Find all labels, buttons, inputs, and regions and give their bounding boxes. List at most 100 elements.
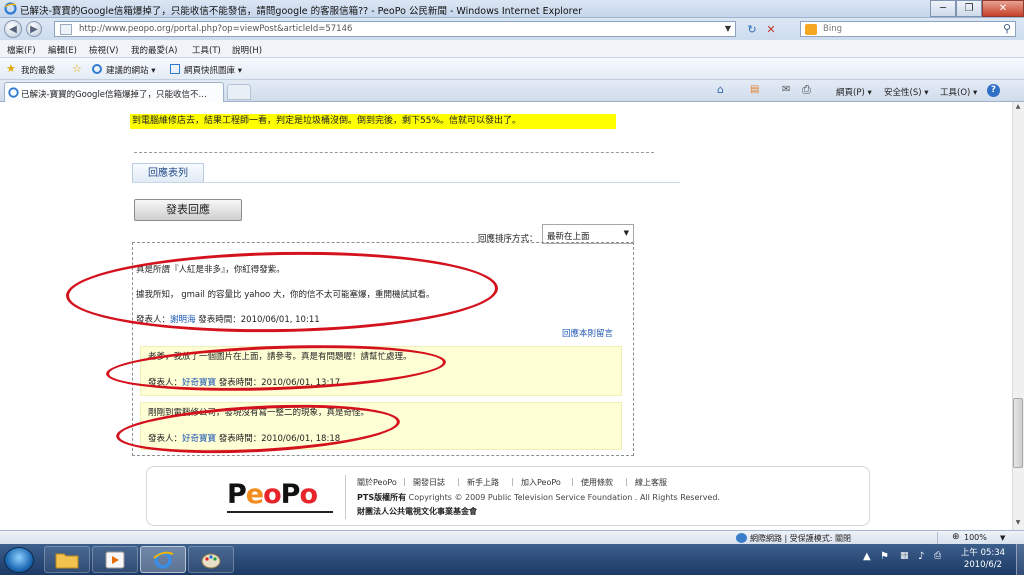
status-bar: 網際網路 | 受保護模式: 關閉 ⊕ 100% ▼ (0, 530, 1024, 544)
footer-link-join[interactable]: 加入PeoPo (521, 477, 561, 488)
internet-explorer-icon (8, 87, 19, 98)
chevron-down-icon: ▼ (623, 229, 629, 237)
footer-link-support[interactable]: 線上客服 (635, 477, 667, 488)
tab-row: 已解決-寶寶的Google信箱爆掉了，只能收信不... ⌂ ▤ ✉ ⎙ 網頁(P… (0, 80, 1024, 102)
maximize-button[interactable]: ❐ (956, 0, 982, 17)
scrollbar-thumb[interactable] (1013, 398, 1023, 468)
mail-icon[interactable]: ✉ (782, 84, 790, 95)
suggested-sites-button[interactable]: 建議的網站 ▾ (106, 64, 155, 76)
favorites-button[interactable]: 我的最愛 (21, 64, 55, 76)
paint-icon (201, 553, 221, 568)
internet-explorer-icon (92, 64, 102, 74)
search-icon[interactable]: ⚲ (1003, 22, 1011, 35)
page-icon (60, 24, 72, 35)
sort-select[interactable]: 最新在上面 ▼ (542, 224, 634, 244)
reply-to-comment-link[interactable]: 回應本則留言 (562, 327, 613, 339)
site-footer: PeoPo 關於PeoPo | 開發日誌 | 新手上路 | 加入PeoPo | … (146, 466, 870, 526)
footer-separator: | (403, 477, 406, 486)
zoom-level[interactable]: 100% (964, 533, 987, 542)
peopo-logo[interactable]: PeoPo (227, 478, 333, 510)
menu-file[interactable]: 檔案(F) (7, 44, 36, 56)
logo-letter: P (227, 478, 247, 510)
footer-separator: | (457, 477, 460, 486)
favorites-bar: ★ 我的最愛 ☆ 建議的網站 ▾ 網頁快訊圖庫 ▾ (0, 58, 1024, 80)
highlighted-article-text: 到電腦維修店去，結果工程師一看，判定是垃圾桶沒倒。倒到完後，剩下55%。信就可以… (130, 114, 616, 129)
tools-menu[interactable]: 工具(O) ▾ (940, 86, 977, 98)
search-placeholder: Bing (823, 24, 842, 34)
minimize-button[interactable]: ─ (930, 0, 956, 17)
footer-link-newbie[interactable]: 新手上路 (467, 477, 499, 488)
feeds-icon[interactable]: ▤ (750, 84, 759, 95)
start-button[interactable] (4, 547, 34, 573)
post-reply-button[interactable]: 發表回應 (134, 199, 242, 221)
internet-explorer-icon (4, 2, 17, 15)
logo-letter: e (245, 478, 264, 510)
flag-icon[interactable]: ⚑ (880, 551, 889, 562)
footer-organization: 財團法人公共電視文化事業基金會 (357, 507, 477, 516)
volume-icon[interactable]: ♪ (918, 551, 924, 562)
new-tab-button[interactable] (227, 84, 251, 100)
show-desktop-button[interactable] (1016, 544, 1024, 575)
dashed-divider (134, 152, 654, 153)
web-slice-icon (170, 64, 180, 74)
printer-icon[interactable]: ⎙ (934, 551, 941, 561)
taskbar-clock[interactable]: 上午 05:34 2010/6/2 (952, 547, 1014, 571)
menu-favorites[interactable]: 我的最愛(A) (131, 44, 177, 56)
footer-link-devlog[interactable]: 開發日誌 (413, 477, 445, 488)
menu-tools[interactable]: 工具(T) (192, 44, 221, 56)
back-button[interactable]: ◀ (4, 20, 22, 38)
print-icon[interactable]: ⎙ (802, 83, 811, 97)
close-button[interactable]: ✕ (982, 0, 1024, 17)
scroll-down-arrow[interactable]: ▼ (1013, 519, 1023, 529)
internet-explorer-icon (153, 550, 174, 569)
logo-letter: o (263, 478, 282, 510)
add-favorite-icon[interactable]: ☆ (72, 62, 82, 75)
network-icon[interactable]: ▦ (900, 551, 909, 561)
footer-link-about[interactable]: 關於PeoPo (357, 477, 397, 488)
footer-divider (345, 475, 346, 519)
address-row: ◀ ▶ http://www.peopo.org/portal.php?op=v… (0, 18, 1024, 40)
footer-link-terms[interactable]: 使用條款 (581, 477, 613, 488)
logo-underline (227, 511, 333, 513)
show-hidden-icons[interactable]: ▲ (863, 551, 871, 562)
search-input[interactable]: Bing ⚲ (800, 21, 1016, 37)
refresh-icon[interactable]: ↻ (745, 22, 759, 36)
status-separator (937, 532, 938, 544)
replies-tab[interactable]: 回應表列 (132, 163, 204, 183)
address-bar[interactable]: http://www.peopo.org/portal.php?op=viewP… (54, 21, 736, 37)
tab-title: 已解決-寶寶的Google信箱爆掉了，只能收信不... (21, 90, 207, 100)
safety-menu[interactable]: 安全性(S) ▾ (884, 86, 929, 98)
logo-letter: o (299, 478, 318, 510)
bing-icon (805, 24, 817, 35)
footer-copyright: PTS版權所有 Copyrights © 2009 Public Televis… (357, 492, 720, 503)
page-menu[interactable]: 網頁(P) ▾ (836, 86, 872, 98)
forward-button[interactable]: ▶ (26, 21, 42, 37)
security-zone[interactable]: 網際網路 | 受保護模式: 關閉 (750, 533, 851, 544)
zoom-icon: ⊕ (952, 532, 960, 542)
scroll-up-arrow[interactable]: ▲ (1013, 103, 1023, 113)
globe-icon (736, 533, 747, 543)
help-icon[interactable]: ? (987, 84, 1000, 97)
window-title-bar: 已解決-寶寶的Google信箱爆掉了，只能收信不能發信，請問google 的客服… (0, 0, 1024, 18)
home-icon[interactable]: ⌂ (717, 83, 724, 96)
chevron-down-icon[interactable]: ▼ (725, 24, 731, 33)
tab-current[interactable]: 已解決-寶寶的Google信箱爆掉了，只能收信不... (4, 82, 224, 102)
folder-icon (55, 553, 79, 568)
menu-help[interactable]: 說明(H) (232, 44, 262, 56)
footer-separator: | (625, 477, 628, 486)
footer-separator: | (571, 477, 574, 486)
stop-icon[interactable]: ✕ (764, 22, 778, 36)
media-player-taskbar-button[interactable] (92, 546, 138, 573)
replies-divider (132, 182, 680, 183)
sort-value: 最新在上面 (547, 232, 590, 242)
chevron-down-icon[interactable]: ▼ (1000, 534, 1005, 542)
page-content: 到電腦維修店去，結果工程師一看，判定是垃圾桶沒倒。倒到完後，剩下55%。信就可以… (0, 102, 1012, 530)
internet-explorer-taskbar-button[interactable] (140, 546, 186, 573)
web-slice-gallery-button[interactable]: 網頁快訊圖庫 ▾ (184, 64, 242, 76)
clock-date: 2010/6/2 (963, 560, 1003, 570)
menu-view[interactable]: 檢視(V) (89, 44, 118, 56)
explorer-taskbar-button[interactable] (44, 546, 90, 573)
logo-letter: P (280, 478, 301, 510)
menu-edit[interactable]: 編輯(E) (48, 44, 77, 56)
paint-taskbar-button[interactable] (188, 546, 234, 573)
